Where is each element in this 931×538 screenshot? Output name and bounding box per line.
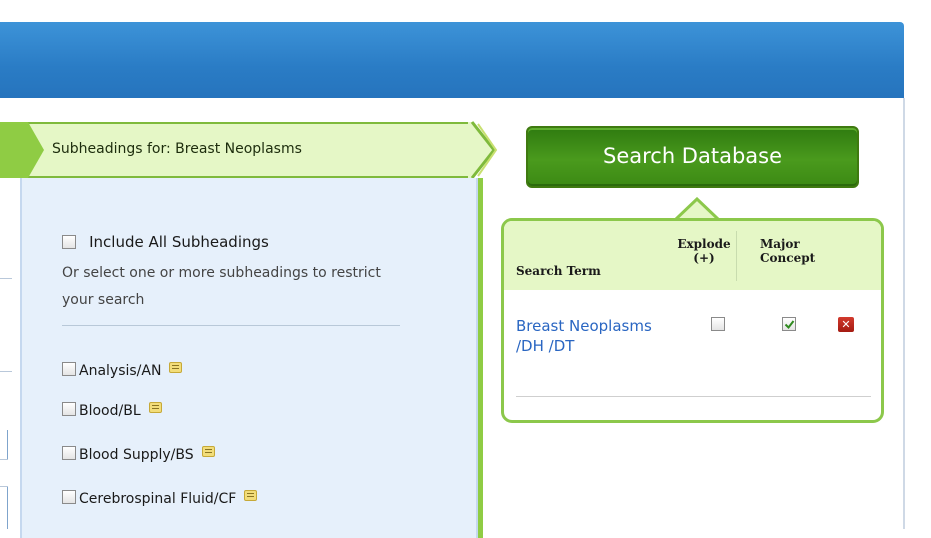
explode-header-line: Explode — [677, 237, 731, 251]
banner-notch — [0, 122, 44, 178]
include-all-checkbox[interactable] — [62, 234, 76, 249]
subheadings-banner: Subheadings for: Breast Neoplasms — [0, 122, 474, 178]
major-header-line: Major — [760, 237, 800, 251]
explode-header: Explode (+) — [676, 237, 732, 265]
search-term-link[interactable]: Breast Neoplasms /DH /DT — [516, 316, 676, 356]
search-database-button[interactable]: Search Database — [526, 126, 859, 188]
search-term-header: Search Term — [516, 264, 601, 278]
header-bar — [0, 22, 904, 98]
divider-line — [0, 278, 12, 279]
major-concept-header: Major Concept — [760, 237, 830, 265]
divider-line — [7, 486, 8, 529]
subheading-label: Blood/BL — [79, 403, 141, 419]
subheading-item: Analysis/AN — [62, 360, 183, 379]
check-icon — [784, 320, 795, 330]
search-builder: Search Term Explode (+) Major Concept Br… — [501, 218, 884, 423]
divider — [516, 396, 871, 397]
panel-border — [20, 178, 22, 538]
divider — [62, 325, 400, 326]
subheading-item: Blood Supply/BS — [62, 444, 215, 463]
major-header-line: Concept — [760, 251, 816, 265]
search-builder-header: Search Term Explode (+) Major Concept — [504, 221, 881, 290]
panel-accent-bar — [478, 178, 483, 538]
subheading-checkbox[interactable] — [62, 402, 76, 416]
note-icon[interactable] — [169, 362, 183, 373]
note-icon[interactable] — [148, 402, 162, 413]
major-concept-checkbox[interactable] — [782, 317, 796, 331]
include-all-row: Include All Subheadings — [62, 231, 269, 251]
delete-icon[interactable]: ✕ — [838, 317, 854, 332]
subheading-checkbox[interactable] — [62, 362, 76, 376]
include-all-label: Include All Subheadings — [89, 232, 269, 251]
divider-line — [0, 486, 8, 487]
search-database-label: Search Database — [602, 144, 783, 168]
divider-line — [0, 459, 8, 460]
explode-header-line: (+) — [693, 251, 715, 265]
note-icon[interactable] — [244, 490, 258, 501]
divider-line — [7, 430, 8, 460]
header-separator — [736, 231, 737, 281]
subheading-label: Blood Supply/BS — [79, 447, 194, 463]
explode-checkbox[interactable] — [711, 317, 725, 331]
content-border — [903, 98, 905, 529]
subheading-label: Cerebrospinal Fluid/CF — [79, 491, 237, 507]
subheading-label: Analysis/AN — [79, 363, 162, 379]
subheading-checkbox[interactable] — [62, 446, 76, 460]
subheadings-title: Subheadings for: Breast Neoplasms — [52, 141, 302, 157]
subheading-item: Blood/BL — [62, 400, 162, 419]
chevron-right-icon — [468, 121, 498, 179]
subheading-item: Cerebrospinal Fluid/CF — [62, 488, 258, 507]
divider-line — [0, 371, 12, 372]
subheading-checkbox[interactable] — [62, 490, 76, 504]
subheadings-hint: Or select one or more subheadings to res… — [62, 265, 381, 308]
note-icon[interactable] — [201, 446, 215, 457]
